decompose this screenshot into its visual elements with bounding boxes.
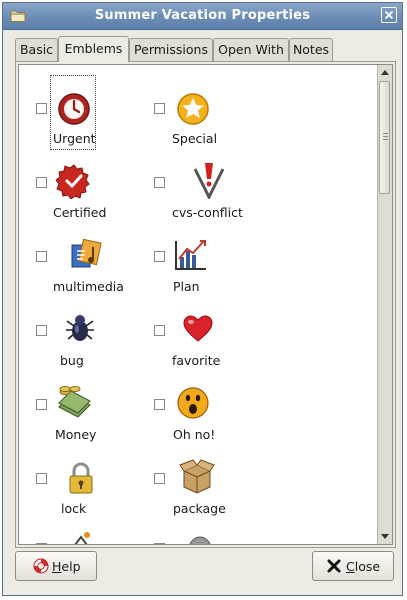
help-button[interactable]: Help	[15, 551, 97, 581]
close-icon[interactable]	[381, 7, 397, 23]
emblem-checkbox[interactable]	[36, 399, 47, 410]
scroll-up-icon[interactable]	[378, 66, 392, 80]
tab-basic[interactable]: Basic	[15, 38, 58, 61]
special-star-icon	[177, 93, 209, 125]
tab-open-with[interactable]: Open With	[213, 38, 289, 61]
next-emblem-icon	[74, 532, 90, 544]
emblem-label: favorite	[172, 353, 221, 368]
mnemonic: H	[52, 559, 62, 574]
title-bar[interactable]: Summer Vacation Properties	[3, 3, 402, 30]
emblem-item-urgent: Urgent	[31, 87, 141, 157]
emblem-label: multimedia	[53, 279, 124, 294]
urgent-clock-icon	[58, 93, 90, 125]
thumb-grip	[383, 133, 388, 134]
emblems-panel: Urgent Special Certified cvs-conflict mu…	[15, 61, 396, 548]
bug-icon	[66, 315, 94, 341]
emblem-label: lock	[61, 501, 87, 516]
emblem-label: cvs-conflict	[172, 205, 243, 220]
emblem-label: Money	[55, 427, 97, 442]
thumb-grip	[383, 136, 388, 137]
lock-icon	[69, 462, 93, 494]
tab-label: Open With	[218, 42, 284, 57]
emblem-item-bug: bug	[31, 309, 141, 379]
close-label: Close	[346, 559, 381, 574]
emblem-label: Urgent	[53, 131, 96, 146]
emblem-item-package: package	[149, 457, 259, 527]
emblem-item-special: Special	[149, 87, 259, 157]
emblem-item-plan: Plan	[149, 235, 259, 305]
scrollbar-thumb[interactable]	[379, 81, 390, 194]
emblem-item-cvs-conflict: cvs-conflict	[149, 161, 259, 231]
tab-notes[interactable]: Notes	[289, 38, 333, 61]
emblem-label: Special	[172, 131, 218, 146]
window-title: Summer Vacation Properties	[94, 8, 311, 23]
vertical-scrollbar[interactable]	[377, 65, 392, 544]
multimedia-icon	[71, 238, 102, 268]
emblem-checkbox[interactable]	[154, 473, 165, 484]
close-button[interactable]: Close	[312, 551, 394, 581]
emblem-checkbox[interactable]	[36, 473, 47, 484]
tab-label: Emblems	[64, 41, 123, 56]
plan-chart-icon	[175, 240, 206, 270]
emblem-checkbox[interactable]	[36, 543, 47, 544]
emblem-checkbox[interactable]	[154, 399, 165, 410]
lifebuoy-icon	[33, 558, 49, 574]
emblem-checkbox[interactable]	[36, 177, 47, 188]
emblem-checkbox[interactable]	[154, 325, 165, 336]
next-emblem-icon	[189, 536, 211, 544]
tab-emblems[interactable]: Emblems	[58, 36, 129, 62]
emblem-checkbox[interactable]	[36, 103, 47, 114]
emblem-list[interactable]: Urgent Special Certified cvs-conflict mu…	[18, 64, 393, 545]
scroll-down-icon[interactable]	[378, 529, 392, 543]
properties-dialog: Summer Vacation Properties Basic Emblems…	[2, 2, 403, 596]
emblem-item-certified: Certified	[31, 161, 141, 231]
tab-label: Notes	[292, 42, 330, 57]
emblem-item-favorite: favorite	[149, 309, 259, 379]
emblem-checkbox[interactable]	[154, 103, 165, 114]
thumb-grip	[383, 139, 388, 140]
emblem-checkbox[interactable]	[154, 177, 165, 188]
emblem-label: Plan	[173, 279, 200, 294]
emblem-label: Certified	[53, 205, 107, 220]
emblem-label: bug	[60, 353, 84, 368]
certified-seal-icon	[56, 164, 90, 199]
heart-icon	[183, 315, 213, 342]
tab-permissions[interactable]: Permissions	[129, 38, 213, 61]
cvs-conflict-icon	[193, 163, 225, 199]
emblem-item-lock: lock	[31, 457, 141, 527]
help-label: Help	[52, 559, 81, 574]
emblem-label: Oh no!	[173, 427, 216, 442]
emblem-checkbox[interactable]	[36, 325, 47, 336]
oh-no-face-icon	[177, 387, 209, 419]
tab-label: Basic	[19, 42, 54, 57]
emblem-item-oh-no: Oh no!	[149, 383, 259, 453]
mnemonic: C	[346, 559, 355, 574]
money-icon	[58, 386, 91, 418]
emblem-label: package	[173, 501, 226, 516]
emblem-item-multimedia: multimedia	[31, 235, 141, 305]
tab-label: Permissions	[134, 42, 208, 57]
emblem-checkbox[interactable]	[36, 251, 47, 262]
emblem-item-money: Money	[31, 383, 141, 453]
emblem-checkbox[interactable]	[154, 543, 165, 544]
emblem-checkbox[interactable]	[154, 251, 165, 262]
package-icon	[179, 459, 215, 494]
close-x-icon	[327, 559, 341, 573]
